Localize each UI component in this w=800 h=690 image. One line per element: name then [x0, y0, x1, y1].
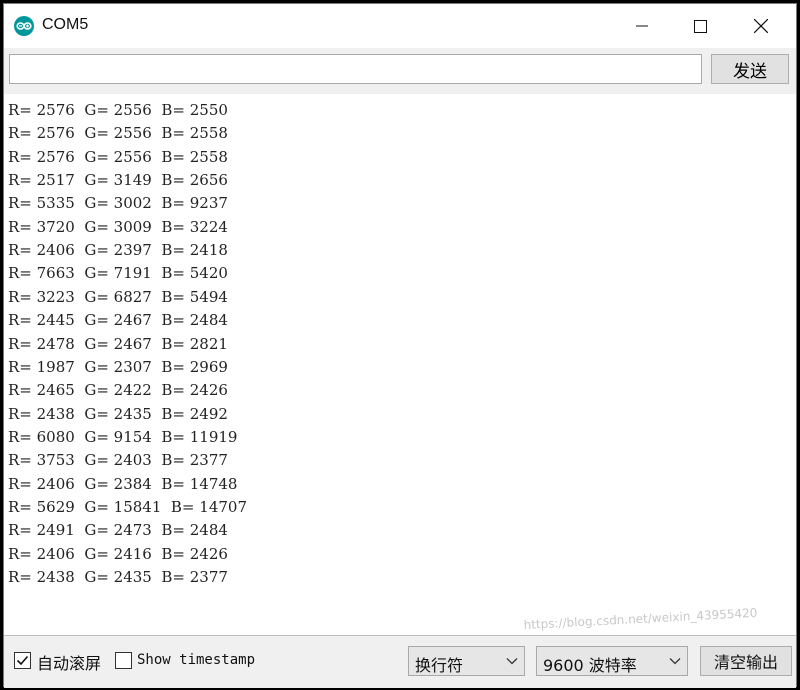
- output-line: R= 5335 G= 3002 B= 9237: [8, 194, 228, 213]
- minimize-button[interactable]: [613, 4, 671, 48]
- output-line: R= 2438 G= 2435 B= 2492: [8, 404, 228, 423]
- autoscroll-checkbox[interactable]: [14, 652, 31, 669]
- chevron-down-icon: [506, 658, 518, 665]
- checkmark-icon: [16, 655, 29, 666]
- output-line: R= 3720 G= 3009 B= 3224: [8, 217, 228, 236]
- output-line: R= 6080 G= 9154 B= 11919: [8, 427, 238, 446]
- close-button[interactable]: [732, 4, 790, 48]
- send-input[interactable]: [9, 54, 702, 84]
- serial-monitor-window: COM5 发送 R= 2576 G= 2556 B= 2550 R= 2576 G…: [3, 3, 797, 688]
- output-line: R= 2465 G= 2422 B= 2426: [8, 381, 228, 400]
- arduino-app-icon: [14, 16, 34, 36]
- chevron-down-icon: [669, 658, 681, 665]
- output-line: R= 2576 G= 2556 B= 2550: [8, 101, 228, 119]
- maximize-button[interactable]: [671, 4, 729, 48]
- output-line: R= 3223 G= 6827 B= 5494: [8, 287, 228, 306]
- output-line: R= 2576 G= 2556 B= 2558: [8, 147, 228, 166]
- timestamp-checkbox[interactable]: [115, 652, 132, 669]
- output-line: R= 2406 G= 2416 B= 2426: [8, 544, 228, 563]
- output-line: R= 3753 G= 2403 B= 2377: [8, 451, 228, 470]
- output-line: R= 2491 G= 2473 B= 2484: [8, 521, 228, 540]
- output-line: R= 2576 G= 2556 B= 2558: [8, 124, 228, 143]
- output-line: R= 2445 G= 2467 B= 2484: [8, 311, 228, 330]
- window-title: COM5: [42, 16, 89, 33]
- output-line: R= 2478 G= 2467 B= 2821: [8, 334, 228, 353]
- minimize-icon: [636, 25, 648, 27]
- baud-rate-value: 9600 波特率: [543, 656, 637, 675]
- bottom-bar: 自动滚屏 Show timestamp 换行符 9600 波特率 清空输出: [4, 636, 796, 688]
- line-ending-select[interactable]: 换行符: [408, 646, 525, 676]
- send-button[interactable]: 发送: [711, 54, 789, 84]
- close-icon: [754, 19, 768, 33]
- serial-output[interactable]: R= 2576 G= 2556 B= 2550 R= 2576 G= 2556 B…: [4, 94, 796, 636]
- line-ending-value: 换行符: [415, 656, 464, 675]
- output-line: R= 7663 G= 7191 B= 5420: [8, 264, 228, 283]
- title-bar: COM5: [4, 4, 796, 48]
- send-row: 发送: [4, 48, 796, 95]
- maximize-icon: [693, 19, 707, 33]
- output-line: R= 2406 G= 2397 B= 2418: [8, 241, 228, 260]
- output-line: R= 5629 G= 15841 B= 14707: [8, 497, 247, 516]
- autoscroll-label[interactable]: 自动滚屏: [37, 650, 101, 674]
- output-line: R= 2517 G= 3149 B= 2656: [8, 171, 228, 190]
- timestamp-label[interactable]: Show timestamp: [137, 652, 255, 668]
- output-line: R= 2438 G= 2435 B= 2377: [8, 568, 228, 586]
- output-line: R= 2406 G= 2384 B= 14748: [8, 474, 238, 493]
- output-line: R= 1987 G= 2307 B= 2969: [8, 357, 228, 376]
- baud-rate-select[interactable]: 9600 波特率: [536, 646, 688, 676]
- clear-output-button[interactable]: 清空输出: [700, 646, 792, 676]
